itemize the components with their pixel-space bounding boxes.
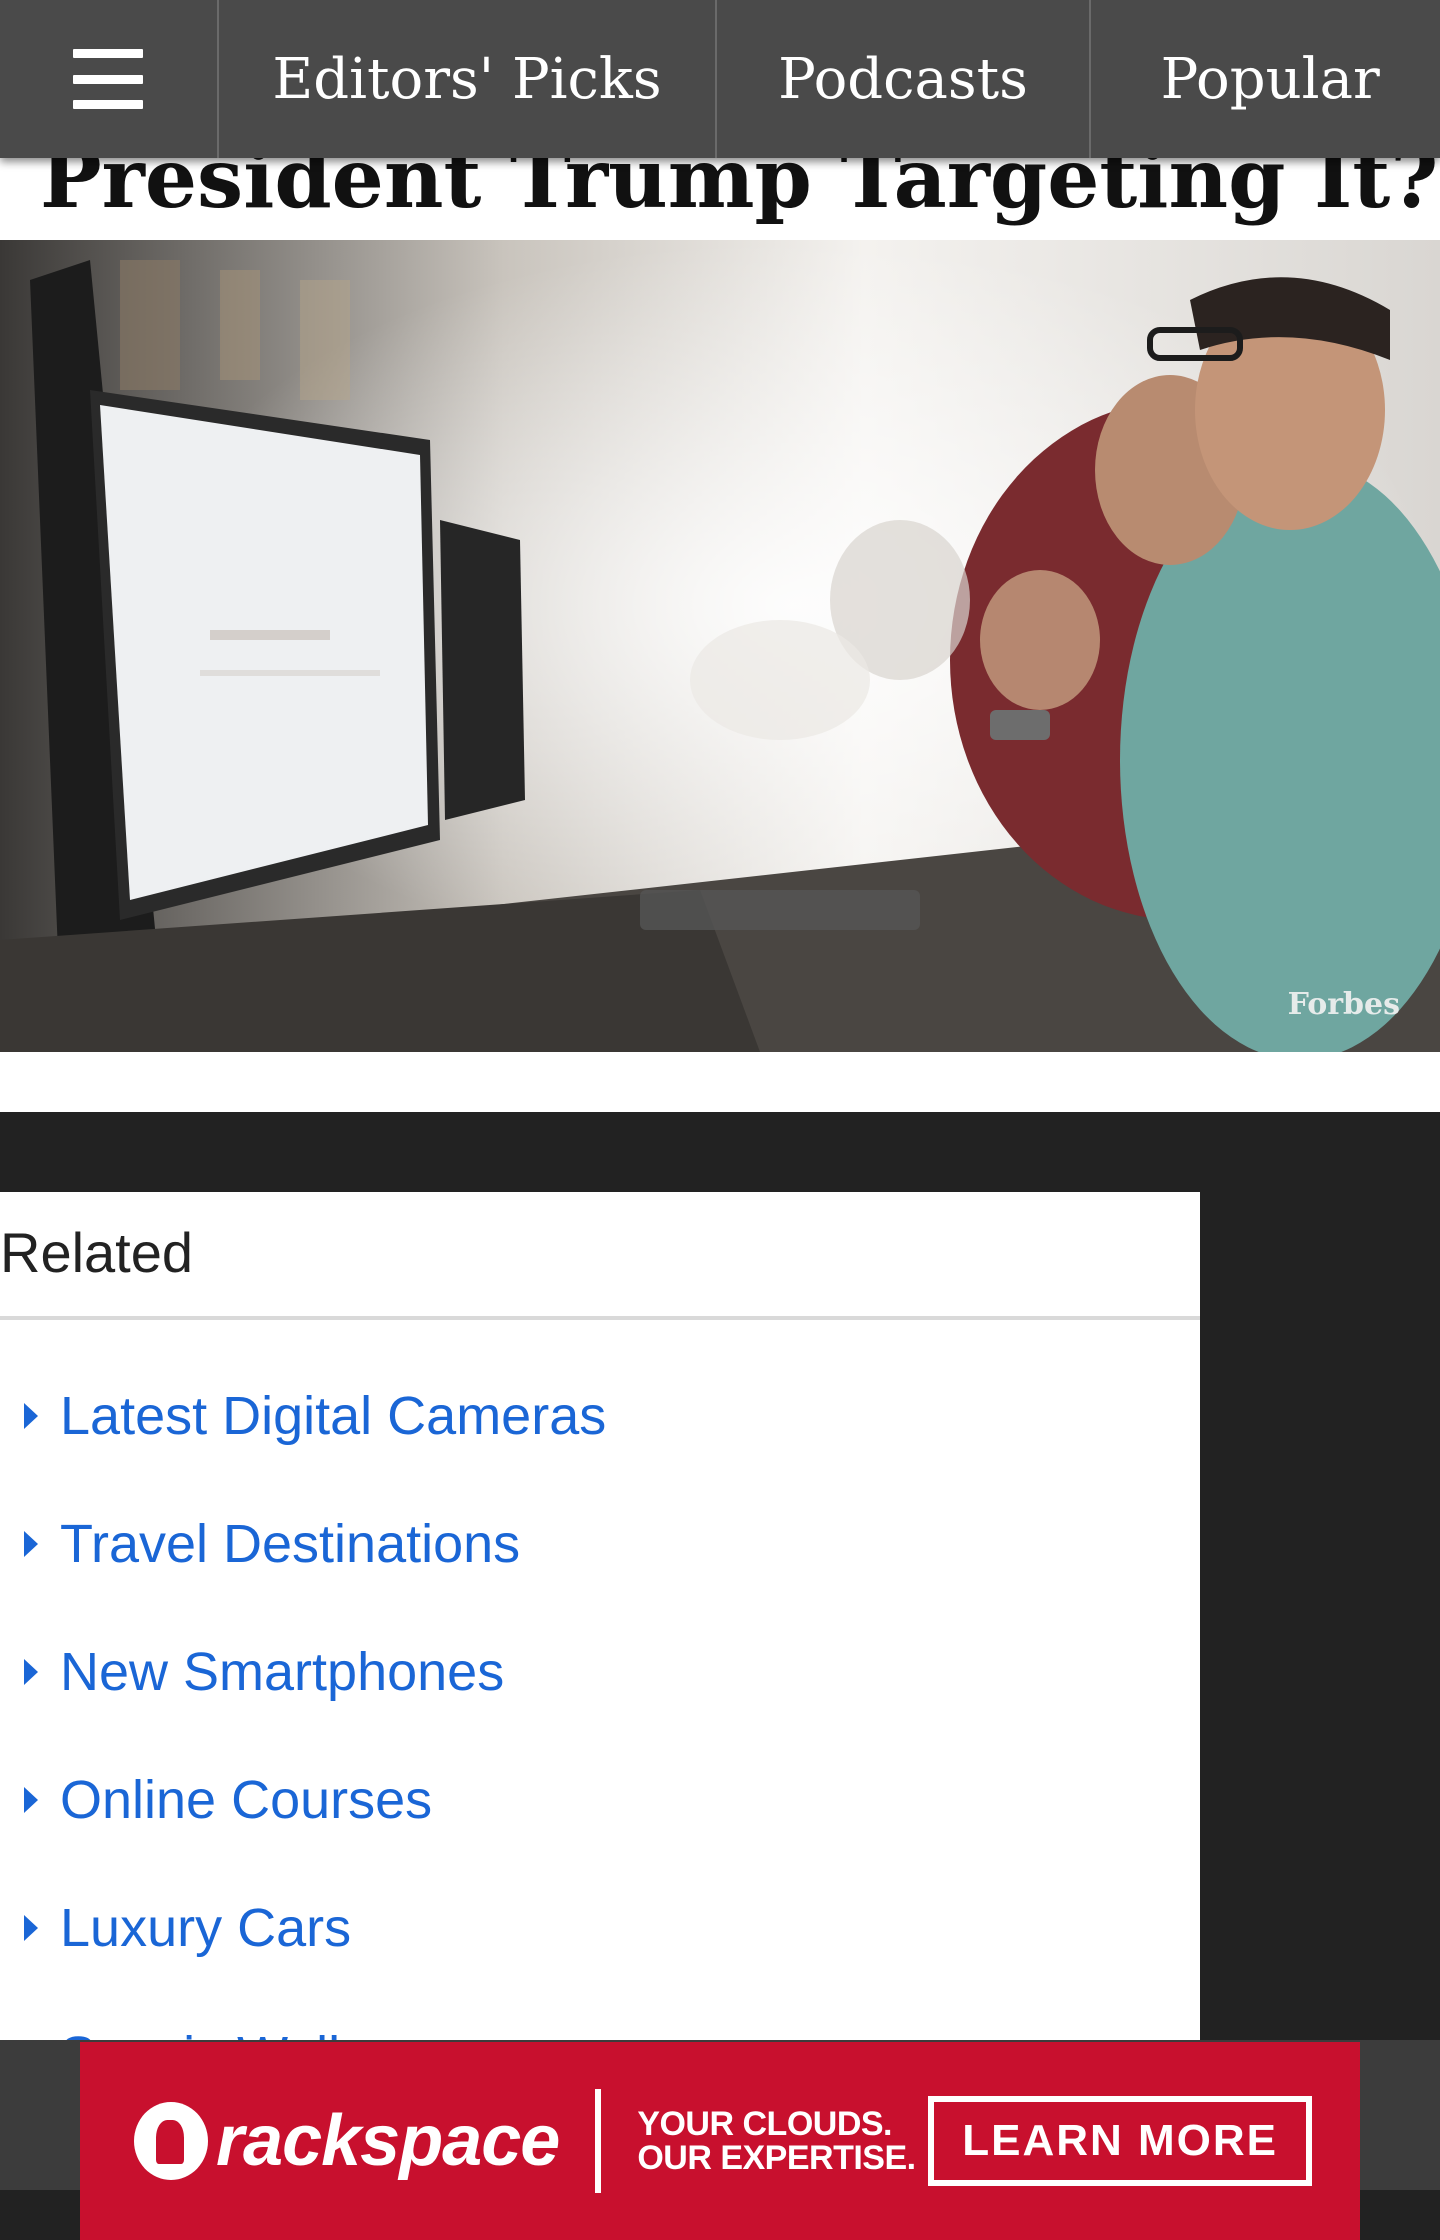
play-triangle-icon <box>24 1915 38 1941</box>
tab-editors-picks[interactable]: Editors' Picks <box>219 0 718 158</box>
ad-tagline: YOUR CLOUDS. OUR EXPERTISE. <box>637 2105 916 2177</box>
ad-tagline-line2: OUR EXPERTISE. <box>637 2139 916 2177</box>
rackspace-logo-icon <box>134 2102 208 2180</box>
list-item[interactable]: Travel Destinations <box>0 1480 606 1608</box>
related-list: Latest Digital Cameras Travel Destinatio… <box>0 1352 606 2040</box>
related-title: Related <box>0 1221 194 1284</box>
ad-brand: rackspace <box>216 2101 560 2181</box>
hero-image[interactable]: Forbes <box>0 240 1440 1052</box>
play-triangle-icon <box>24 1403 38 1429</box>
hero-credit: Forbes <box>1287 987 1400 1022</box>
ad-logo: rackspace <box>134 2100 560 2182</box>
list-item[interactable]: Latest Digital Cameras <box>0 1352 606 1480</box>
related-link[interactable]: New Smartphones <box>60 1641 504 1703</box>
ad-banner[interactable]: rackspace YOUR CLOUDS. OUR EXPERTISE. LE… <box>80 2042 1360 2240</box>
play-triangle-icon <box>24 1531 38 1557</box>
play-triangle-icon <box>24 1659 38 1685</box>
list-item[interactable]: New Smartphones <box>0 1608 606 1736</box>
ad-tagline-line1: YOUR CLOUDS. <box>637 2105 892 2143</box>
related-link[interactable]: Travel Destinations <box>60 1513 520 1575</box>
related-divider <box>0 1316 1200 1320</box>
top-nav-bar: Editors' Picks Podcasts Popular <box>0 0 1440 158</box>
list-item[interactable]: Luxury Cars <box>0 1864 606 1992</box>
related-panel: Related Latest Digital Cameras Travel De… <box>0 1192 1200 2040</box>
hamburger-menu-icon <box>73 49 144 109</box>
related-link[interactable]: Latest Digital Cameras <box>60 1385 606 1447</box>
hero-photo <box>0 240 1440 1052</box>
related-link[interactable]: Luxury Cars <box>60 1897 351 1959</box>
tab-popular[interactable]: Popular <box>1091 0 1440 158</box>
menu-button[interactable] <box>0 0 219 158</box>
ad-separator <box>595 2089 602 2193</box>
play-triangle-icon <box>24 1787 38 1813</box>
list-item[interactable]: Scenic Wallpapers <box>0 1992 606 2040</box>
related-link[interactable]: Online Courses <box>60 1769 432 1831</box>
tab-podcasts[interactable]: Podcasts <box>717 0 1091 158</box>
learn-more-button[interactable]: LEARN MORE <box>928 2096 1312 2186</box>
related-link[interactable]: Scenic Wallpapers <box>60 2025 505 2040</box>
list-item[interactable]: Online Courses <box>0 1736 606 1864</box>
